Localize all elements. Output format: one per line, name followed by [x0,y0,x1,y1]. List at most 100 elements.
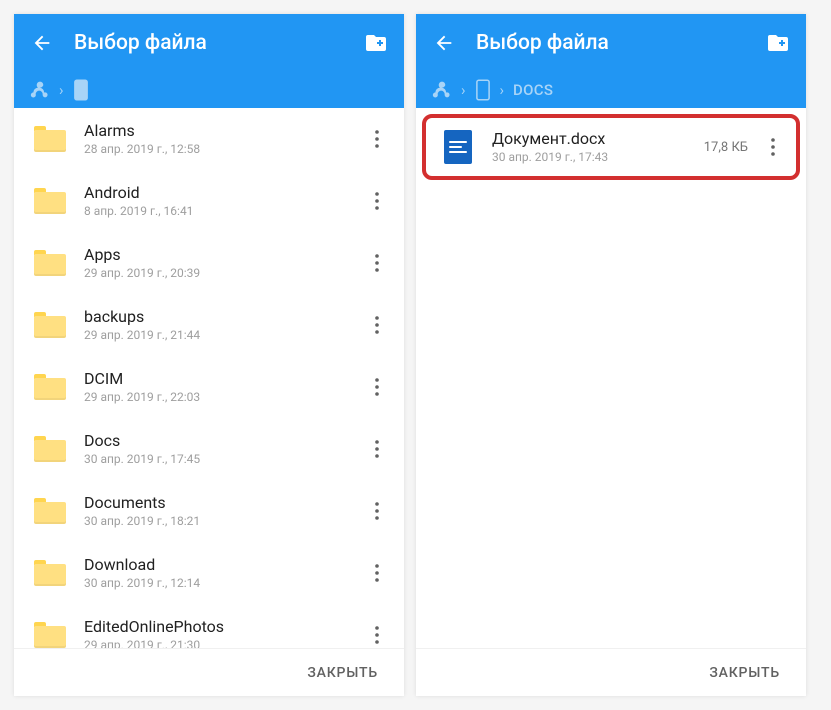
row-meta: 29 апр. 2019 г., 21:30 [84,638,362,648]
row-meta: 28 апр. 2019 г., 12:58 [84,142,362,158]
row-meta: 30 апр. 2019 г., 17:43 [492,150,704,166]
more-vert-icon [375,130,379,148]
more-vert-icon [375,254,379,272]
folder-icon [26,425,74,473]
row-meta: 30 апр. 2019 г., 17:45 [84,452,362,468]
row-text: EditedOnlinePhotos 29 апр. 2019 г., 21:3… [74,617,362,648]
folder-row[interactable]: EditedOnlinePhotos 29 апр. 2019 г., 21:3… [14,604,404,648]
folder-row[interactable]: Apps 29 апр. 2019 г., 20:39 [14,232,404,294]
row-text: Download 30 апр. 2019 г., 12:14 [74,555,362,592]
row-name: Documents [84,493,362,512]
row-text: Alarms 28 апр. 2019 г., 12:58 [74,121,362,158]
row-text: DCIM 29 апр. 2019 г., 22:03 [74,369,362,406]
folder-row[interactable]: Documents 30 апр. 2019 г., 18:21 [14,480,404,542]
folder-icon [26,611,74,648]
row-meta: 30 апр. 2019 г., 18:21 [84,514,362,530]
row-text: Apps 29 апр. 2019 г., 20:39 [74,245,362,282]
arrow-back-icon [433,32,455,54]
row-name: Download [84,555,362,574]
row-name: DCIM [84,369,362,388]
breadcrumb-phone[interactable] [475,79,491,101]
row-meta: 29 апр. 2019 г., 22:03 [84,390,362,406]
row-name: Документ.docx [492,129,704,148]
folder-add-icon [766,31,790,55]
arrow-back-icon [31,32,53,54]
folder-icon [26,239,74,287]
back-button[interactable] [22,23,62,63]
phone-icon [73,79,89,101]
more-button[interactable] [362,119,392,159]
close-button[interactable]: ЗАКРЫТЬ [705,655,784,691]
new-folder-button[interactable] [356,23,396,63]
header: Выбор файла [416,14,806,72]
row-name: Docs [84,431,362,450]
footer: ЗАКРЫТЬ [416,648,806,696]
row-text: Документ.docx 30 апр. 2019 г., 17:43 [482,129,704,166]
network-root-icon [432,80,452,100]
breadcrumb: › [14,72,404,108]
folder-row[interactable]: Android 8 апр. 2019 г., 16:41 [14,170,404,232]
folder-icon [26,487,74,535]
back-button[interactable] [424,23,464,63]
folder-add-icon [364,31,388,55]
more-vert-icon [375,440,379,458]
page-title: Выбор файла [62,31,356,55]
footer: ЗАКРЫТЬ [14,648,404,696]
more-button[interactable] [362,491,392,531]
more-vert-icon [375,316,379,334]
row-meta: 8 апр. 2019 г., 16:41 [84,204,362,220]
more-vert-icon [375,192,379,210]
phone-icon [475,79,491,101]
breadcrumb: › › DOCS [416,72,806,108]
folder-icon [26,301,74,349]
more-vert-icon [771,138,775,156]
more-button[interactable] [362,243,392,283]
chevron-right-icon: › [500,81,505,99]
row-meta: 29 апр. 2019 г., 21:44 [84,328,362,344]
chevron-right-icon: › [461,81,466,99]
folder-row[interactable]: backups 29 апр. 2019 г., 21:44 [14,294,404,356]
row-name: Apps [84,245,362,264]
file-list: Документ.docx 30 апр. 2019 г., 17:43 17,… [416,108,806,648]
more-button[interactable] [362,181,392,221]
new-folder-button[interactable] [758,23,798,63]
row-text: backups 29 апр. 2019 г., 21:44 [74,307,362,344]
folder-icon [26,115,74,163]
more-button[interactable] [362,305,392,345]
breadcrumb-root[interactable] [30,80,50,100]
file-list: Alarms 28 апр. 2019 г., 12:58 Android 8 … [14,108,404,648]
folder-row[interactable]: Docs 30 апр. 2019 г., 17:45 [14,418,404,480]
file-row-highlighted[interactable]: Документ.docx 30 апр. 2019 г., 17:43 17,… [422,114,800,180]
file-picker-panel-right: Выбор файла › › DOCS Документ.docx 30 ап… [416,14,806,696]
row-text: Android 8 апр. 2019 г., 16:41 [74,183,362,220]
breadcrumb-docs[interactable]: DOCS [513,81,553,99]
more-button[interactable] [362,367,392,407]
file-picker-panel-left: Выбор файла › Alarms 28 апр. 2019 г., 12… [14,14,404,696]
row-name: backups [84,307,362,326]
network-root-icon [30,80,50,100]
folder-icon [26,549,74,597]
page-title: Выбор файла [464,31,758,55]
more-vert-icon [375,564,379,582]
folder-row[interactable]: Download 30 апр. 2019 г., 12:14 [14,542,404,604]
more-vert-icon [375,502,379,520]
more-vert-icon [375,626,379,644]
doc-icon [434,123,482,171]
row-size: 17,8 КБ [704,140,758,155]
more-button[interactable] [362,615,392,648]
breadcrumb-phone[interactable] [73,79,89,101]
close-button[interactable]: ЗАКРЫТЬ [303,655,382,691]
row-text: Documents 30 апр. 2019 г., 18:21 [74,493,362,530]
row-text: Docs 30 апр. 2019 г., 17:45 [74,431,362,468]
more-button[interactable] [362,429,392,469]
row-name: Alarms [84,121,362,140]
folder-icon [26,177,74,225]
folder-row[interactable]: Alarms 28 апр. 2019 г., 12:58 [14,108,404,170]
more-button[interactable] [758,127,788,167]
more-button[interactable] [362,553,392,593]
folder-row[interactable]: DCIM 29 апр. 2019 г., 22:03 [14,356,404,418]
breadcrumb-root[interactable] [432,80,452,100]
folder-icon [26,363,74,411]
row-meta: 29 апр. 2019 г., 20:39 [84,266,362,282]
more-vert-icon [375,378,379,396]
